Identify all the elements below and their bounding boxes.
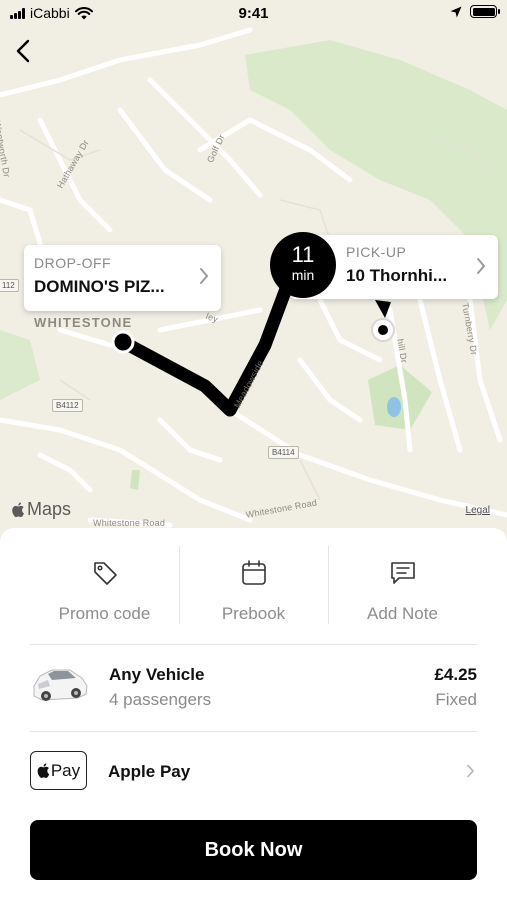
prebook-button[interactable]: Prebook	[179, 546, 328, 626]
street-label: Whitestone Road	[93, 518, 166, 528]
apple-icon	[37, 763, 50, 778]
vehicle-row[interactable]: Any Vehicle 4 passengers £4.25 Fixed	[30, 656, 477, 716]
status-bar: iCabbi 9:41	[0, 0, 507, 28]
maps-label: Maps	[27, 499, 72, 519]
apple-pay-badge: Pay	[30, 751, 87, 790]
note-icon	[390, 562, 415, 584]
eta-value: 11	[291, 242, 315, 267]
pickup-address: 10 Thornhi...	[346, 266, 448, 285]
eta-unit: min	[291, 267, 315, 283]
add-note-button[interactable]: Add Note	[328, 546, 477, 626]
battery-icon	[470, 5, 500, 18]
action-row: Promo code Prebook Add Note	[30, 546, 477, 626]
status-time: 9:41	[238, 5, 269, 22]
pickup-title: PICK-UP	[346, 244, 407, 260]
payment-method-row[interactable]: Pay Apple Pay	[30, 750, 477, 792]
chevron-right-icon	[200, 268, 209, 284]
book-now-button[interactable]: Book Now	[30, 820, 477, 880]
prebook-label: Prebook	[221, 604, 286, 623]
legal-link[interactable]: Legal	[466, 505, 490, 516]
apple-pay-badge-label: Pay	[50, 760, 81, 780]
tag-icon	[93, 562, 117, 585]
add-note-label: Add Note	[367, 604, 438, 623]
vehicle-passengers: 4 passengers	[109, 690, 212, 709]
dropoff-callout[interactable]: DROP-OFF DOMINO'S PIZ...	[24, 245, 221, 311]
road-badge: B4112	[52, 399, 83, 412]
promo-code-label: Promo code	[58, 604, 151, 623]
vehicle-price: £4.25	[434, 665, 477, 684]
maps-attribution: Maps	[12, 499, 71, 520]
location-arrow-icon	[450, 6, 462, 17]
booking-sheet: Promo code Prebook Add Note Any Vehicle …	[0, 528, 507, 900]
apple-icon	[12, 502, 24, 517]
divider	[328, 546, 329, 624]
divider	[30, 644, 477, 645]
road-badge: B4114	[268, 446, 299, 459]
chevron-right-icon	[477, 258, 486, 274]
eta-badge: 11 min	[270, 232, 336, 298]
payment-method-name: Apple Pay	[108, 762, 191, 781]
chevron-right-icon	[467, 764, 475, 778]
car-icon	[33, 669, 88, 701]
divider	[179, 546, 180, 624]
road-badge: 112	[0, 279, 19, 292]
back-button[interactable]	[12, 38, 36, 64]
divider	[30, 731, 477, 732]
price-type: Fixed	[435, 690, 477, 709]
calendar-icon	[241, 560, 266, 585]
promo-code-button[interactable]: Promo code	[30, 546, 179, 626]
dropoff-address: DOMINO'S PIZ...	[34, 277, 165, 296]
place-label: WHITESTONE	[34, 315, 133, 330]
chevron-left-icon	[16, 39, 30, 63]
vehicle-name: Any Vehicle	[109, 665, 205, 684]
dropoff-title: DROP-OFF	[34, 255, 112, 271]
